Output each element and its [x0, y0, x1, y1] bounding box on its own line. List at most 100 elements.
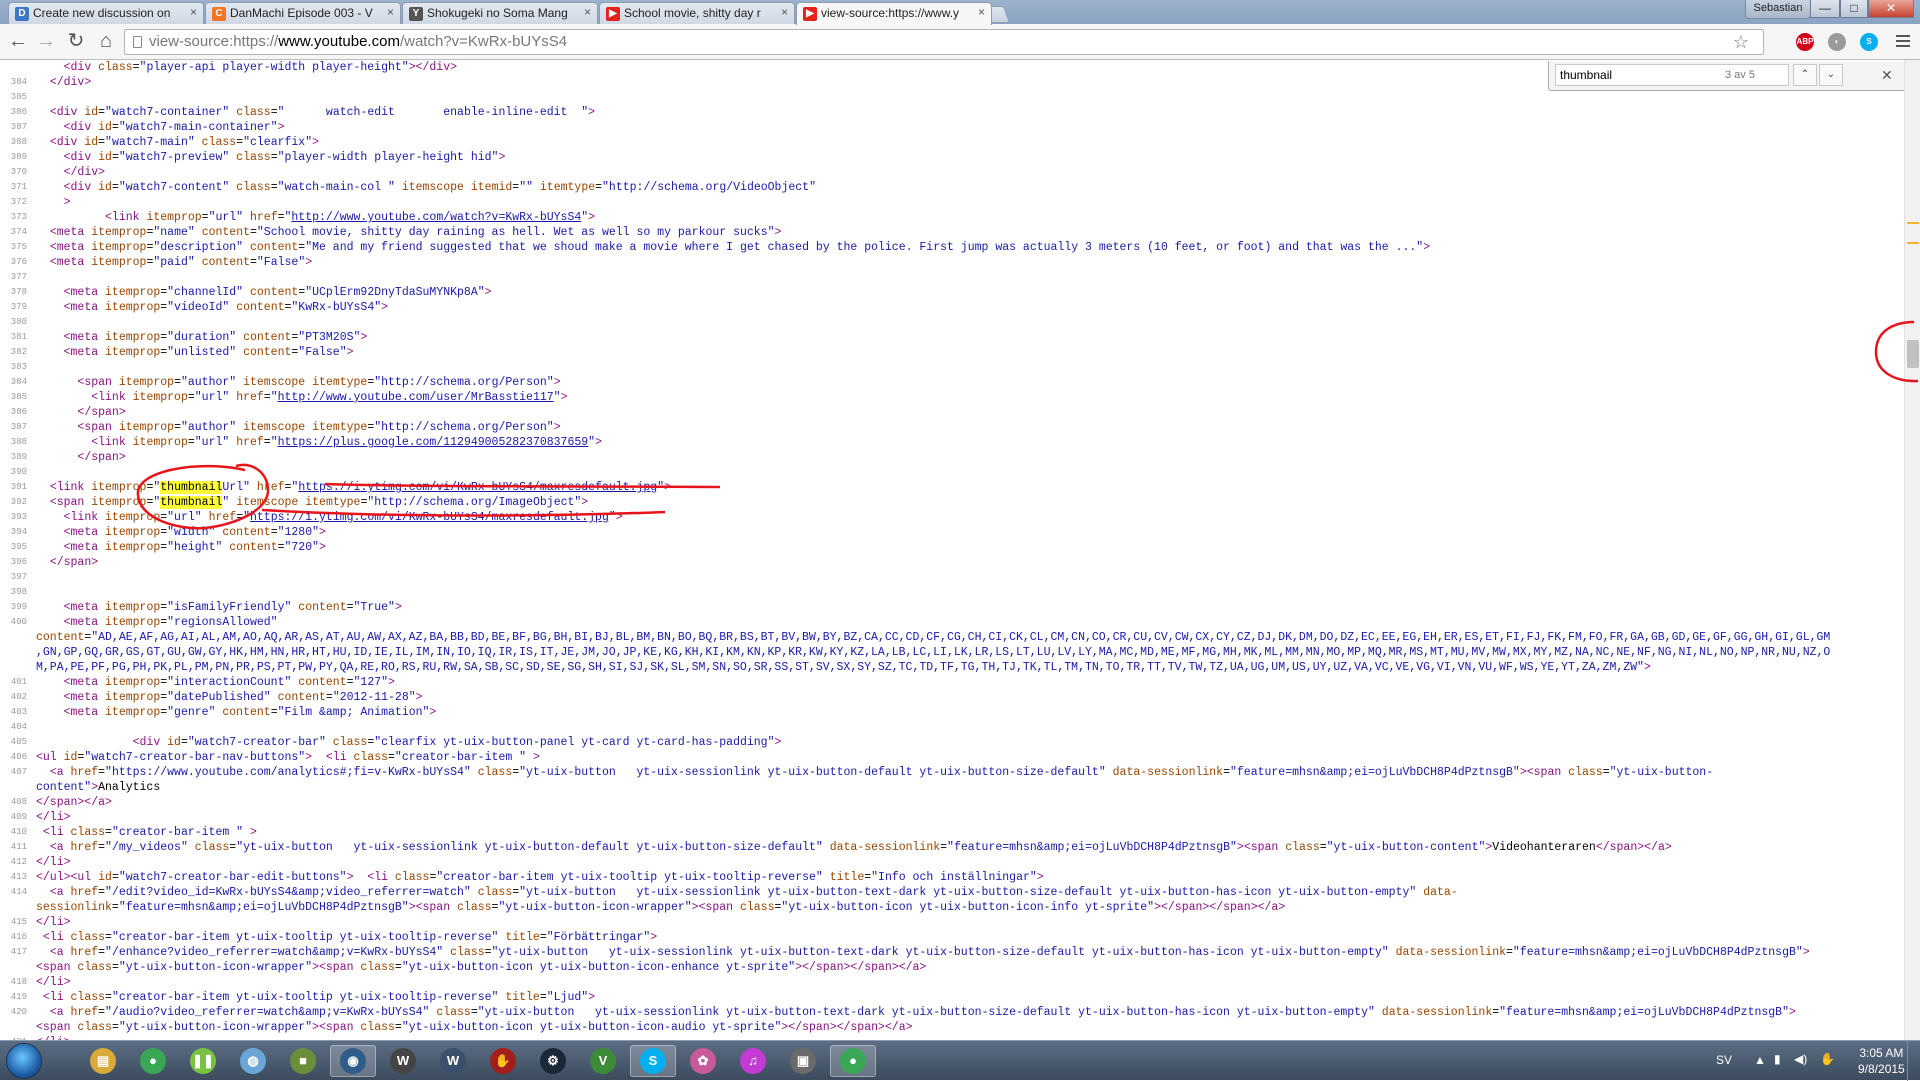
explorer-taskbar-icon[interactable]: ▤ [80, 1045, 126, 1077]
adblock-plus-icon[interactable]: ABP [1796, 33, 1814, 51]
attribute-token: itemprop [146, 211, 202, 224]
start-button[interactable] [6, 1043, 42, 1079]
home-icon[interactable]: ⌂ [94, 29, 118, 53]
source-line: content">Analytics [0, 780, 1904, 795]
tab-close-icon[interactable]: × [387, 5, 394, 19]
extension-circle-icon[interactable]: ◐ [1828, 33, 1846, 51]
value-token: "datePublished" [167, 691, 271, 704]
maximize-button[interactable]: □ [1840, 0, 1868, 18]
globe-taskbar-icon[interactable]: ◍ [230, 1045, 276, 1077]
network-icon[interactable]: ▮ [1774, 1052, 1781, 1066]
tab-close-icon[interactable]: × [978, 5, 985, 19]
address-bar[interactable]: view-source:https://www.youtube.com/watc… [124, 29, 1764, 55]
close-window-button[interactable]: ✕ [1868, 0, 1914, 18]
tag-token: > [650, 931, 658, 944]
chrome-active-taskbar-icon[interactable]: ● [830, 1045, 876, 1077]
line-number: 415 [10, 917, 27, 927]
value-token: "/edit?video_id=KwRx-bUYsS4&amp;video_re… [105, 886, 471, 899]
game-hand-taskbar-icon[interactable]: ✋ [480, 1045, 526, 1077]
source-code: </span> [36, 555, 98, 570]
source-link[interactable]: https://i.ytimg.com/vi/KwRx-bUYsS4/maxre… [298, 481, 657, 494]
show-desktop-button[interactable] [1907, 1041, 1920, 1081]
show-hidden-icons-icon[interactable]: ▲ [1754, 1053, 1766, 1067]
line-number: 409 [10, 812, 27, 822]
value-token: "feature=mhsn&amp;ei=ojLuVbDCH8P4dPztnsg… [1499, 1006, 1789, 1019]
source-link[interactable]: http://www.youtube.com/user/MrBasstie117 [278, 391, 554, 404]
tab-close-icon[interactable]: × [584, 5, 591, 19]
find-prev-button[interactable]: ⌃ [1793, 64, 1817, 86]
media-player-taskbar-icon[interactable]: ▣ [780, 1045, 826, 1077]
browser-tab[interactable]: ▶ view-source:https://www.y × [796, 2, 992, 25]
source-code: <div id="watch7-content" class="watch-ma… [36, 180, 816, 195]
tag-token: <div [63, 61, 99, 74]
tag-token: > [319, 541, 326, 554]
tag-token: </span> [77, 406, 126, 419]
attribute-token: id [98, 181, 112, 194]
tag-token: > [774, 736, 782, 749]
tray-app-icon[interactable]: ✋ [1820, 1052, 1835, 1066]
browser-tab[interactable]: Y Shokugeki no Soma Mang × [402, 2, 598, 24]
pause-app-taskbar-icon[interactable]: ❚❚ [180, 1045, 226, 1077]
source-line: content="AD,AE,AF,AG,AI,AL,AM,AO,AQ,AR,A… [0, 630, 1904, 645]
source-code: ,GN,GP,GQ,GR,GS,GT,GU,GW,GY,HK,HM,HN,HR,… [36, 645, 1830, 660]
volume-icon[interactable]: ◀) [1794, 1052, 1807, 1066]
browser-tab[interactable]: D Create new discussion on × [8, 2, 204, 24]
attribute-token: class [477, 766, 513, 779]
browser-tab[interactable]: ▶ School movie, shitty day r × [599, 2, 795, 24]
tag-token: > [1236, 841, 1244, 854]
line-number: 417 [10, 947, 27, 957]
value-token: "player-width player-height hid" [277, 151, 499, 164]
steam-taskbar-icon[interactable]: ⚙ [530, 1045, 576, 1077]
source-link[interactable]: http://www.youtube.com/watch?v=KwRx-bUYs… [291, 211, 581, 224]
tab-close-icon[interactable]: × [190, 5, 197, 19]
tag-token: <li [42, 991, 71, 1004]
source-link[interactable]: https://plus.google.com/1129490052823708… [278, 436, 589, 449]
scrollbar-thumb[interactable] [1907, 340, 1919, 368]
line-number: 389 [10, 452, 27, 462]
browser-tab[interactable]: C DanMachi Episode 003 - V × [205, 2, 401, 24]
skype-taskbar-icon[interactable]: S [630, 1045, 676, 1077]
source-code: <div id="watch7-preview" class="player-w… [36, 150, 506, 165]
attribute-token: class [194, 841, 230, 854]
world-of-tanks-taskbar-icon[interactable]: W [380, 1045, 426, 1077]
itunes-taskbar-icon[interactable]: ♫ [730, 1045, 776, 1077]
value-token: "feature=mhsn&amp;ei=ojLuVbDCH8P4dPztnsg… [1229, 766, 1520, 779]
skype-extension-icon[interactable]: S [1860, 33, 1878, 51]
value-token: "duration" [167, 331, 237, 344]
forward-arrow-icon[interactable]: → [34, 29, 58, 53]
world-of-warships-glyph-icon: W [440, 1048, 466, 1074]
source-line: 377 [0, 270, 1904, 285]
source-line: 413 </ul><ul id="watch7-creator-bar-edit-… [0, 870, 1904, 885]
text-token: = [98, 766, 106, 779]
source-code: <a href="/edit?video_id=KwRx-bUYsS4&amp;… [36, 885, 1458, 900]
bookmark-star-icon[interactable]: ☆ [1733, 30, 1749, 54]
world-of-warships-taskbar-icon[interactable]: W [430, 1045, 476, 1077]
language-indicator[interactable]: SV [1716, 1053, 1732, 1067]
attribute-token: itemprop [105, 286, 161, 299]
vectorworks-taskbar-icon[interactable]: V [580, 1045, 626, 1077]
chrome-taskbar-icon[interactable]: ● [130, 1045, 176, 1077]
source-code: <meta itemprop="regionsAllowed" [36, 615, 278, 630]
vertical-scrollbar[interactable] [1904, 60, 1920, 1040]
minecraft-taskbar-icon[interactable]: ■ [280, 1045, 326, 1077]
source-link[interactable]: https://i.ytimg.com/vi/KwRx-bUYsS4/maxre… [250, 511, 609, 524]
youtube-favicon-icon: ▶ [803, 7, 817, 21]
tag-token: <span [49, 496, 92, 509]
minimize-button[interactable]: — [1810, 0, 1840, 18]
chrome-menu-icon[interactable] [1896, 35, 1910, 47]
teamspeak-taskbar-icon[interactable]: ◉ [330, 1045, 376, 1077]
profile-button[interactable]: Sebastian [1745, 0, 1811, 19]
back-arrow-icon[interactable]: ← [6, 29, 30, 53]
clock[interactable]: 3:05 AM 9/8/2015 [1858, 1045, 1905, 1077]
find-next-button[interactable]: ⌄ [1819, 64, 1843, 86]
line-number: 392 [10, 497, 27, 507]
find-close-button[interactable]: ✕ [1881, 67, 1893, 84]
cartoon-taskbar-icon[interactable]: ✿ [680, 1045, 726, 1077]
attribute-token: itemtype [312, 421, 368, 434]
value-token: "isFamilyFriendly" [167, 601, 292, 614]
value-token: ,GN,GP,GQ,GR,GS,GT,GU,GW,GY,HK,HM,HN,HR,… [36, 646, 1831, 659]
attribute-token: itemprop [118, 376, 175, 389]
tab-close-icon[interactable]: × [781, 5, 788, 19]
reload-icon[interactable]: ↻ [64, 29, 88, 53]
